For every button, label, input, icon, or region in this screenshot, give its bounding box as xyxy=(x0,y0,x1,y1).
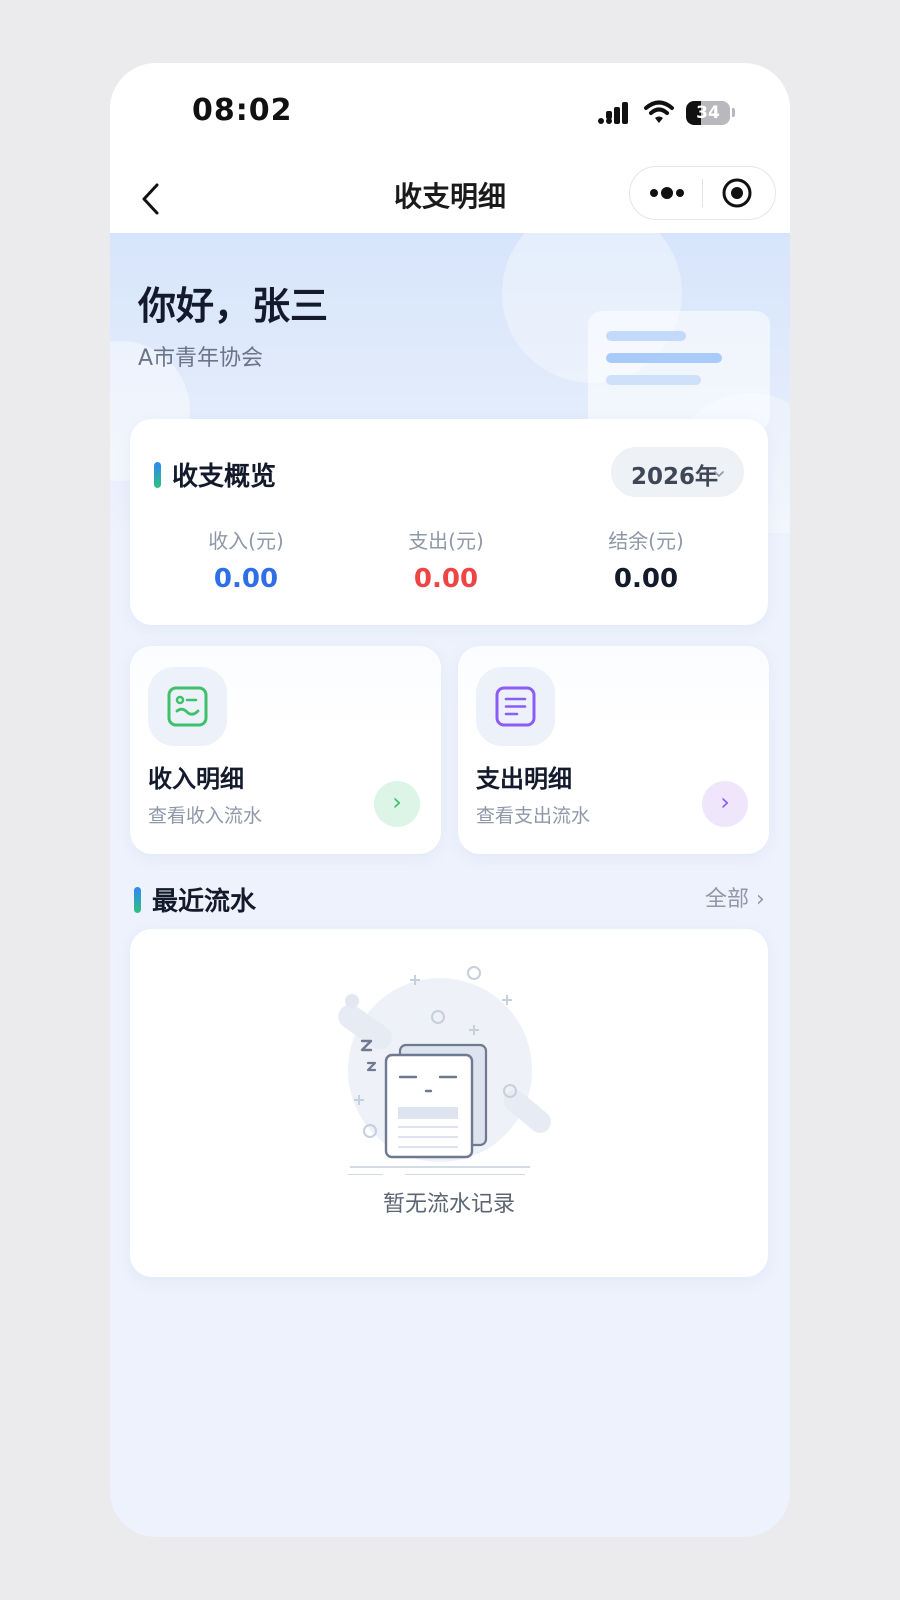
more-dots-icon[interactable] xyxy=(647,171,687,215)
expense-stat: 支出(元) 0.00 xyxy=(346,525,546,594)
income-detail-subtitle: 查看收入流水 xyxy=(148,805,263,827)
battery-cap xyxy=(732,108,735,117)
recent-transactions-card: 暂无流水记录 xyxy=(130,929,768,1277)
miniprogram-capsule xyxy=(629,166,776,220)
recent-section-title: 最近流水 xyxy=(134,881,256,918)
income-label: 收入(元) xyxy=(208,529,284,553)
chevron-down-icon xyxy=(714,471,724,478)
expense-detail-card[interactable]: 支出明细 查看支出流水 › xyxy=(458,646,769,854)
recent-title-text: 最近流水 xyxy=(152,887,257,917)
balance-stat: 结余(元) 0.00 xyxy=(546,525,746,594)
title-accent-bar xyxy=(154,461,161,488)
nav-bar: 收支明细 xyxy=(110,163,790,233)
overview-title-text: 收支概览 xyxy=(172,462,277,492)
title-accent-bar xyxy=(134,886,141,913)
status-time: 08:02 xyxy=(192,93,293,128)
wifi-icon xyxy=(644,100,674,123)
year-selector[interactable]: 2026年 xyxy=(611,447,744,497)
battery-icon: 34 xyxy=(686,101,730,125)
overview-card: 收支概览 2026年 收入(元) 0.00 支出(元) 0.00 结余(元) 0… xyxy=(130,419,768,625)
overview-title: 收支概览 xyxy=(154,456,276,493)
phone-screen: 08:02 34 收支明细 你好，张三 A市青年协会 收支概览 2026年 收入… xyxy=(110,63,790,1537)
organization-name: A市青年协会 xyxy=(138,346,264,371)
status-bar: 08:02 34 xyxy=(110,63,790,163)
income-list-icon xyxy=(167,686,208,727)
greeting: 你好，张三 xyxy=(138,284,329,328)
expense-detail-title: 支出明细 xyxy=(476,765,572,793)
empty-state-text: 暂无流水记录 xyxy=(382,1192,515,1217)
expense-value: 0.00 xyxy=(413,564,479,594)
capsule-divider xyxy=(702,179,703,207)
target-circle-icon[interactable] xyxy=(721,177,753,209)
income-detail-card[interactable]: 收入明细 查看收入流水 › xyxy=(130,646,441,854)
income-detail-arrow-button[interactable]: › xyxy=(374,781,420,827)
chevron-right-icon: › xyxy=(392,788,402,816)
income-icon-box xyxy=(148,667,227,746)
income-detail-title: 收入明细 xyxy=(148,765,244,793)
decor-card xyxy=(588,311,770,431)
empty-documents-icon xyxy=(338,966,552,1175)
expense-detail-arrow-button[interactable]: › xyxy=(702,781,748,827)
balance-value: 0.00 xyxy=(613,564,679,594)
expense-detail-subtitle: 查看支出流水 xyxy=(476,805,591,827)
balance-label: 结余(元) xyxy=(608,529,684,553)
income-value: 0.00 xyxy=(213,564,279,594)
expense-icon-box xyxy=(476,667,555,746)
income-stat: 收入(元) 0.00 xyxy=(146,525,346,594)
expense-list-icon xyxy=(495,686,536,727)
chevron-right-icon: › xyxy=(720,788,730,816)
expense-label: 支出(元) xyxy=(408,529,484,553)
year-label: 2026年 xyxy=(631,464,719,490)
view-all-link[interactable]: 全部 › xyxy=(705,881,765,913)
battery-level: 34 xyxy=(696,103,720,123)
cellular-signal-icon xyxy=(598,102,628,124)
